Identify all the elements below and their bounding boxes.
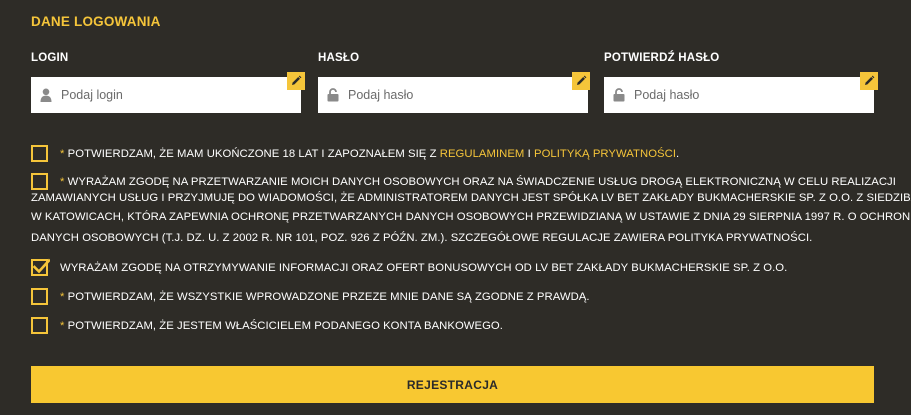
pencil-icon xyxy=(865,75,875,85)
checkmark-icon xyxy=(33,258,50,274)
section-title: DANE LOGOWANIA xyxy=(31,14,161,29)
lock-icon xyxy=(613,88,625,102)
password-input-wrap[interactable] xyxy=(318,77,588,113)
password-edit-badge xyxy=(572,72,590,90)
consent-account-owner-checkbox[interactable] xyxy=(31,317,48,334)
register-button[interactable]: REJESTRACJA xyxy=(31,366,874,403)
password-field-group: HASŁO xyxy=(318,52,590,113)
password-confirm-label: POTWIERDŹ HASŁO xyxy=(604,52,720,64)
login-field-group: LOGIN xyxy=(31,52,305,113)
consent-data-correct-label: POTWIERDZAM, ŻE WSZYSTKIE WPROWADZONE PR… xyxy=(64,291,590,303)
consent-data-processing-line3: W KATOWICACH, KTÓRA ZAPEWNIA OCHRONĘ PRZ… xyxy=(31,211,911,223)
login-label: LOGIN xyxy=(31,52,69,64)
consent-age-text-mid: I xyxy=(524,148,534,160)
password-confirm-field-group: POTWIERDŹ HASŁO xyxy=(604,52,878,113)
consent-account-owner-label: POTWIERDZAM, ŻE JESTEM WŁAŚCICIELEM PODA… xyxy=(64,320,503,332)
password-confirm-input-wrap[interactable] xyxy=(604,77,874,113)
consent-data-processing-line4: DANYCH OSOBOWYCH (T.J. DZ. U. Z 2002 R. … xyxy=(31,232,813,244)
user-icon xyxy=(40,88,52,102)
lock-icon xyxy=(327,88,339,102)
consent-account-owner-text: * POTWIERDZAM, ŻE JESTEM WŁAŚCICIELEM PO… xyxy=(60,315,503,337)
login-input-wrap[interactable] xyxy=(31,77,301,113)
login-edit-badge xyxy=(287,72,305,90)
consent-age-text-after: . xyxy=(676,148,680,160)
consent-age-text: * POTWIERDZAM, ŻE MAM UKOŃCZONE 18 LAT I… xyxy=(60,143,679,165)
terms-link[interactable]: REGULAMINEM xyxy=(440,148,525,160)
password-confirm-input[interactable] xyxy=(634,77,854,113)
consent-marketing-checkbox[interactable] xyxy=(31,258,50,276)
pencil-icon xyxy=(577,75,587,85)
consent-data-correct-checkbox[interactable] xyxy=(31,288,48,305)
password-confirm-edit-badge xyxy=(860,72,878,90)
password-input[interactable] xyxy=(348,77,568,113)
password-label: HASŁO xyxy=(318,52,360,64)
pencil-icon xyxy=(292,75,302,85)
login-input[interactable] xyxy=(61,77,281,113)
consent-age-text-before: POTWIERDZAM, ŻE MAM UKOŃCZONE 18 LAT I Z… xyxy=(64,148,440,160)
consent-age-checkbox[interactable] xyxy=(31,145,48,162)
consent-data-correct-text: * POTWIERDZAM, ŻE WSZYSTKIE WPROWADZONE … xyxy=(60,286,590,308)
consent-marketing-text: WYRAŻAM ZGODĘ NA OTRZYMYWANIE INFORMACJI… xyxy=(60,262,788,274)
privacy-policy-link[interactable]: POLITYKĄ PRYWATNOŚCI xyxy=(534,148,676,160)
